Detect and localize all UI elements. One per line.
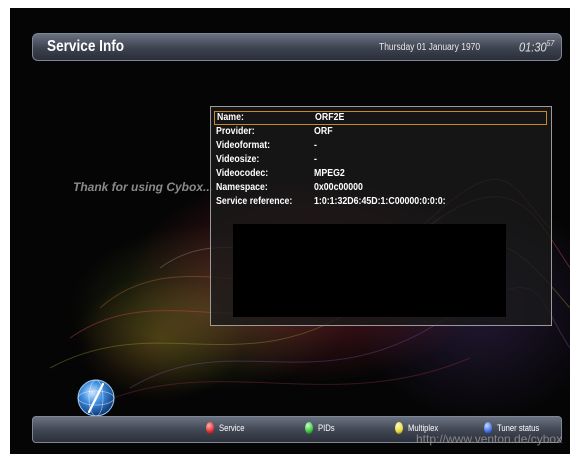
info-value: 1:0:1:32D6:45D:1:C00000:0:0:0: — [314, 196, 446, 207]
info-row-service-reference[interactable]: Service reference: 1:0:1:32D6:45D:1:C000… — [214, 196, 547, 209]
watermark-url: http://www.venton.de/cybox — [416, 432, 563, 446]
page-title: Service Info — [47, 38, 125, 55]
info-label: Videocodec: — [216, 168, 269, 179]
video-preview — [233, 224, 506, 317]
info-value: - — [314, 140, 317, 151]
key-label: Service — [219, 423, 245, 433]
info-value: ORF2E — [315, 112, 345, 123]
info-label: Videoformat: — [216, 140, 271, 151]
clock-display: 01:3057 — [519, 39, 554, 54]
yellow-button-icon — [395, 422, 403, 434]
info-row-namespace[interactable]: Namespace: 0x00c00000 — [214, 182, 547, 195]
red-button-icon — [206, 422, 214, 434]
info-row-videosize[interactable]: Videosize: - — [214, 154, 547, 167]
tv-screen: Service Info Thursday 01 January 1970 01… — [10, 8, 570, 454]
info-value: - — [314, 154, 317, 165]
info-label: Name: — [217, 112, 244, 123]
thanks-message: Thank for using Cybox... — [73, 180, 214, 194]
key-label: PIDs — [318, 423, 335, 433]
green-button-icon — [305, 422, 313, 434]
info-label: Provider: — [216, 126, 255, 137]
clock-seconds: 57 — [546, 39, 555, 48]
cybox-globe-logo-icon — [77, 379, 115, 417]
info-label: Service reference: — [216, 196, 293, 207]
info-row-provider[interactable]: Provider: ORF — [214, 126, 547, 139]
info-label: Namespace: — [216, 182, 268, 193]
clock-time: 01:30 — [519, 39, 547, 55]
info-label: Videosize: — [216, 154, 260, 165]
info-row-videoformat[interactable]: Videoformat: - — [214, 140, 547, 153]
title-bar: Service Info Thursday 01 January 1970 01… — [32, 33, 562, 61]
info-value: MPEG2 — [314, 168, 345, 179]
info-row-videocodec[interactable]: Videocodec: MPEG2 — [214, 168, 547, 181]
date-display: Thursday 01 January 1970 — [379, 42, 481, 53]
info-row-name[interactable]: Name: ORF2E — [214, 111, 547, 125]
info-value: 0x00c00000 — [314, 182, 363, 193]
info-value: ORF — [314, 126, 333, 137]
